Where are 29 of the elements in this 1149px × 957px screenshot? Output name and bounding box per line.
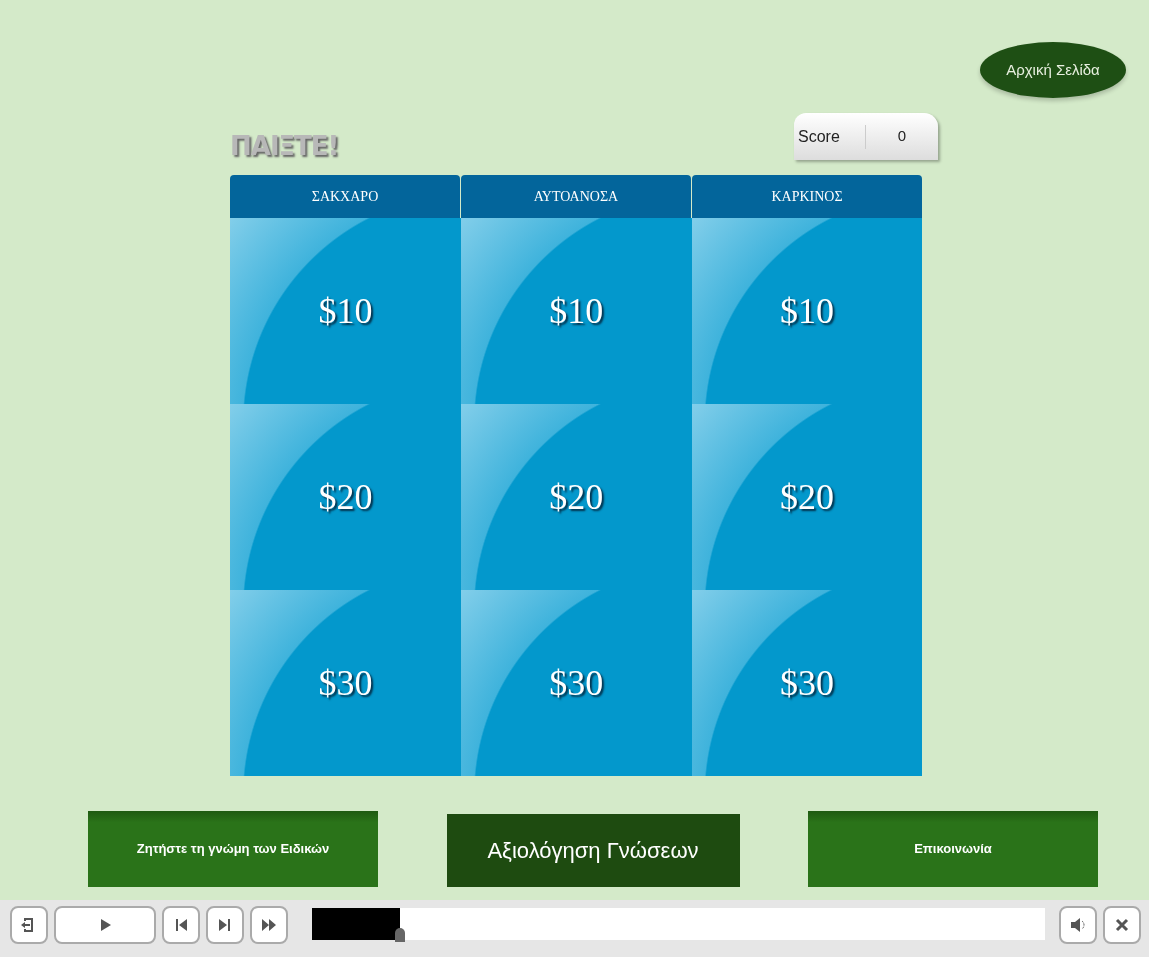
question-tile[interactable]: $20 — [230, 404, 461, 590]
question-tile[interactable]: $10 — [230, 218, 461, 404]
category-header: ΚΑΡΚΙΝΟΣ — [692, 175, 922, 218]
question-tile[interactable]: $30 — [691, 590, 923, 776]
close-icon — [1113, 916, 1131, 934]
question-tile[interactable]: $10 — [691, 218, 923, 404]
exit-button[interactable] — [10, 906, 48, 944]
close-button[interactable] — [1103, 906, 1141, 944]
category-header: ΣΑΚΧΑΡΟ — [230, 175, 460, 218]
category-header: ΑΥΤΟΑΝΟΣΑ — [461, 175, 691, 218]
question-tile[interactable]: $30 — [230, 590, 461, 776]
game-title: ΠΑΙΞΤΕ! — [230, 130, 339, 163]
score-value: 0 — [896, 126, 908, 147]
progress-thumb[interactable] — [394, 928, 405, 942]
menu-button[interactable]: Επικοινωνία — [808, 811, 1098, 887]
menu-button[interactable]: Αξιολόγηση Γνώσεων — [446, 814, 740, 887]
question-tile[interactable]: $20 — [460, 404, 692, 590]
volume-icon — [1069, 916, 1087, 934]
volume-button[interactable] — [1059, 906, 1097, 944]
question-tile[interactable]: $10 — [460, 218, 692, 404]
skip-forward-button[interactable] — [206, 906, 244, 944]
fast-forward-icon — [260, 916, 278, 934]
question-tile[interactable]: $30 — [460, 590, 692, 776]
home-button[interactable]: Αρχική Σελίδα — [980, 42, 1126, 98]
fast-forward-button[interactable] — [250, 906, 288, 944]
skip-back-button[interactable] — [162, 906, 200, 944]
menu-button[interactable]: Ζητήστε τη γνώμη των Ειδικών — [88, 811, 378, 887]
score-label: Score — [794, 124, 866, 149]
question-tile[interactable]: $20 — [691, 404, 923, 590]
